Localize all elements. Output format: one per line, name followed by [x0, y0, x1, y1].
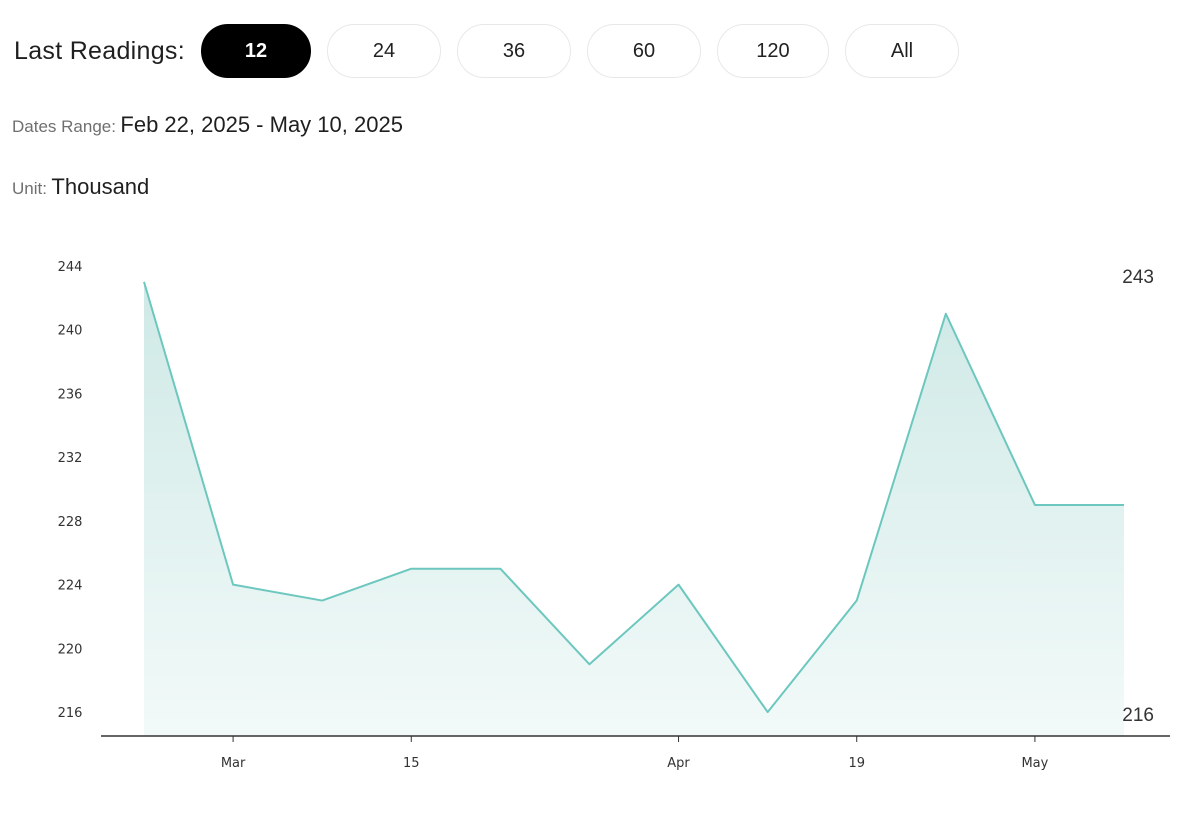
max-value-label: 243	[1122, 267, 1154, 288]
x-tick-label: Mar	[221, 756, 246, 771]
x-tick-label: Apr	[667, 756, 690, 771]
line-chart: Mar 15 Apr 19 May 216 220 224 228 232 236 240 244 243…	[58, 260, 1170, 771]
y-tick-label: 244	[58, 260, 83, 275]
y-tick-label: 216	[58, 706, 83, 721]
min-value-label: 216	[1122, 705, 1154, 726]
x-tick-label: 19	[848, 756, 865, 771]
y-tick-label: 240	[58, 324, 83, 339]
x-tick-label: 15	[403, 756, 420, 771]
y-tick-label: 228	[58, 515, 83, 530]
y-tick-label: 236	[58, 387, 83, 402]
area-fill	[144, 281, 1124, 736]
y-tick-label: 232	[58, 451, 83, 466]
y-tick-label: 224	[58, 579, 83, 594]
x-tick-label: May	[1021, 756, 1048, 771]
y-tick-label: 220	[58, 642, 83, 657]
